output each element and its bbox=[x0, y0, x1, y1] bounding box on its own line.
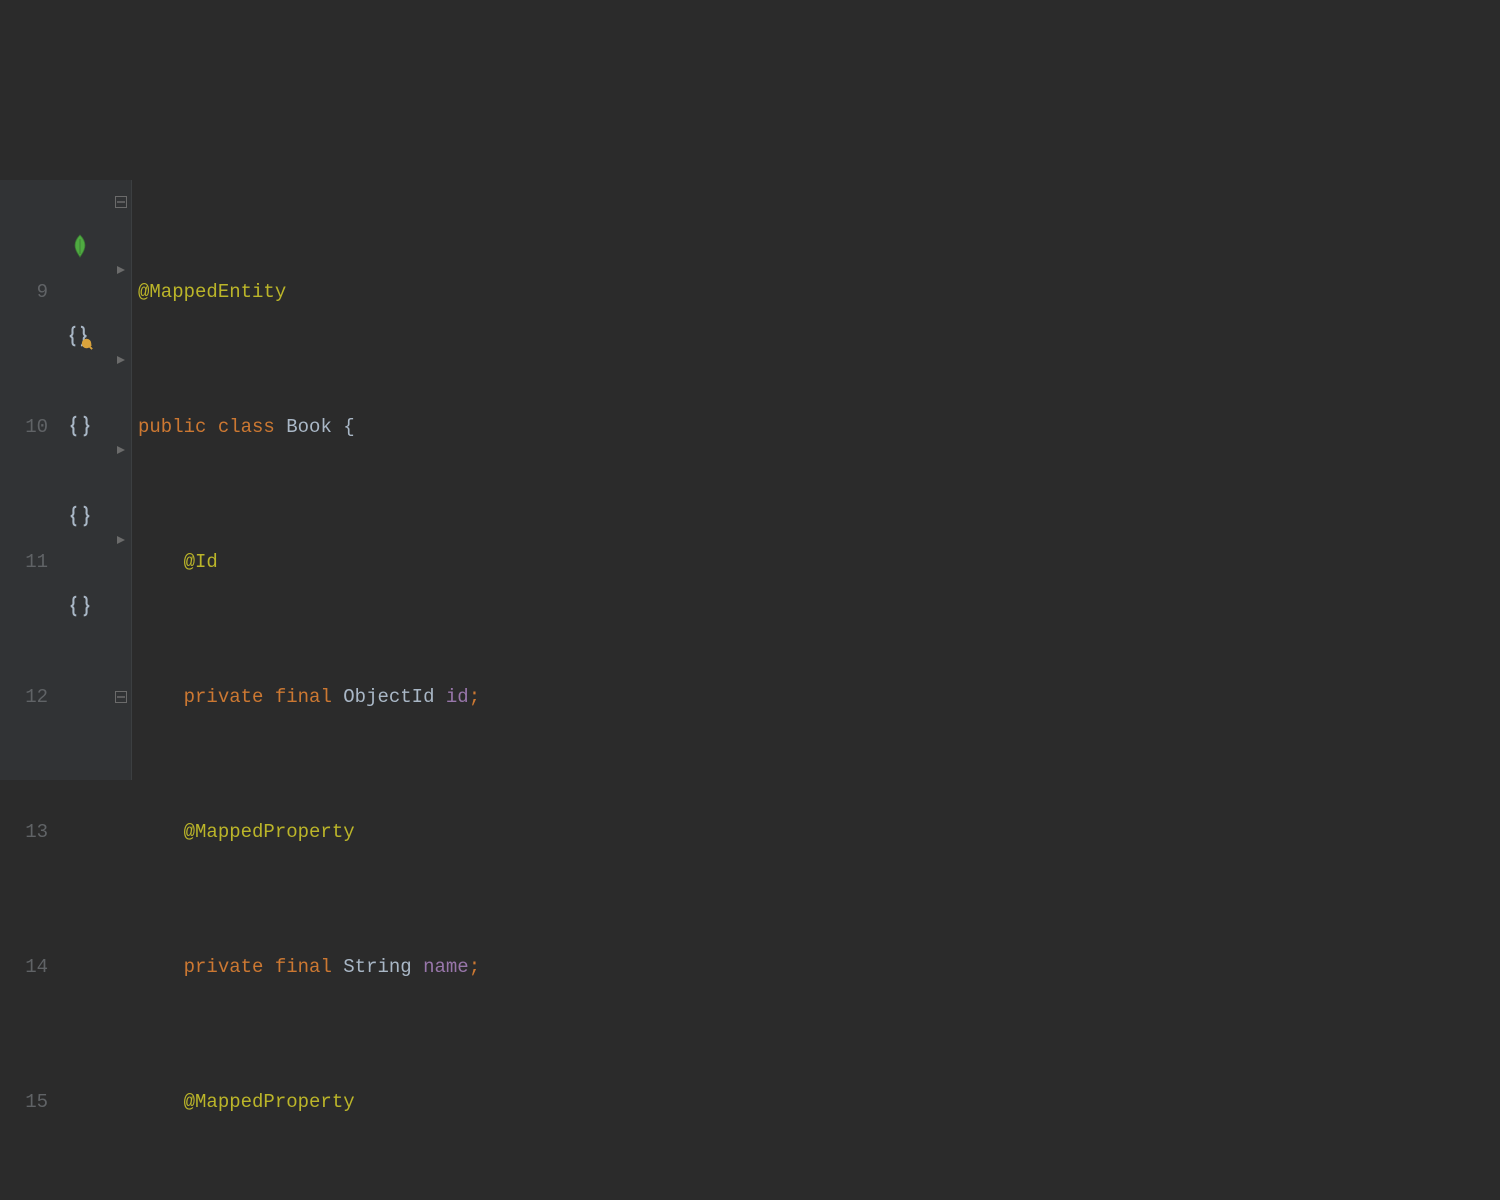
type-token: String bbox=[343, 956, 411, 978]
line-number-gutter[interactable]: 9 10 11 12 13 14 15 16 17 18 19 20 21 22 bbox=[0, 180, 62, 780]
class-name-token: Book bbox=[286, 416, 332, 438]
code-line[interactable]: @Id bbox=[132, 540, 1500, 585]
fold-toggle-icon[interactable] bbox=[111, 192, 131, 212]
fold-strip bbox=[110, 180, 132, 780]
indent bbox=[138, 1091, 184, 1113]
gutter-icon-strip bbox=[62, 180, 110, 780]
annotation-token: @MappedEntity bbox=[138, 281, 286, 303]
code-line[interactable]: @MappedProperty bbox=[132, 1080, 1500, 1125]
code-line[interactable]: private final String name; bbox=[132, 945, 1500, 990]
mongodb-leaf-icon[interactable] bbox=[65, 231, 95, 261]
code-line[interactable]: public class Book { bbox=[132, 405, 1500, 450]
brace-token: { bbox=[332, 416, 355, 438]
mapped-property-icon[interactable] bbox=[65, 592, 95, 622]
field-token: name bbox=[423, 956, 469, 978]
indent bbox=[138, 956, 184, 978]
code-line[interactable]: @MappedProperty bbox=[132, 810, 1500, 855]
code-line[interactable]: @MappedEntity bbox=[132, 270, 1500, 315]
line-number[interactable]: 12 bbox=[0, 675, 62, 720]
code-editor: 9 10 11 12 13 14 15 16 17 18 19 20 21 22 bbox=[0, 180, 1500, 780]
line-number[interactable]: 11 bbox=[0, 540, 62, 585]
field-token: id bbox=[446, 686, 469, 708]
mapped-id-icon[interactable] bbox=[65, 322, 95, 352]
indent bbox=[138, 551, 184, 573]
line-number[interactable]: 10 bbox=[0, 405, 62, 450]
keyword-token: private bbox=[184, 956, 264, 978]
indent bbox=[138, 821, 184, 843]
mapped-property-icon[interactable] bbox=[65, 502, 95, 532]
fold-arrow-icon[interactable] bbox=[111, 440, 131, 460]
type-token: ObjectId bbox=[343, 686, 434, 708]
keyword-token: public bbox=[138, 416, 206, 438]
annotation-token: @MappedProperty bbox=[184, 821, 355, 843]
keyword-token: final bbox=[275, 686, 332, 708]
fold-arrow-icon[interactable] bbox=[111, 530, 131, 550]
semicolon-token: ; bbox=[469, 956, 480, 978]
code-area[interactable]: @MappedEntity public class Book { @Id pr… bbox=[132, 180, 1500, 780]
line-number[interactable]: 15 bbox=[0, 1080, 62, 1125]
fold-arrow-icon[interactable] bbox=[111, 350, 131, 370]
mapped-property-icon[interactable] bbox=[65, 412, 95, 442]
line-number[interactable]: 14 bbox=[0, 945, 62, 990]
code-line[interactable]: private final ObjectId id; bbox=[132, 675, 1500, 720]
fold-arrow-icon[interactable] bbox=[111, 260, 131, 280]
line-number[interactable]: 13 bbox=[0, 810, 62, 855]
keyword-token: private bbox=[184, 686, 264, 708]
keyword-token: class bbox=[218, 416, 275, 438]
annotation-token: @MappedProperty bbox=[184, 1091, 355, 1113]
keyword-token: final bbox=[275, 956, 332, 978]
fold-toggle-icon[interactable] bbox=[111, 687, 131, 707]
semicolon-token: ; bbox=[469, 686, 480, 708]
indent bbox=[138, 686, 184, 708]
annotation-token: @Id bbox=[184, 551, 218, 573]
line-number[interactable]: 9 bbox=[0, 270, 62, 315]
